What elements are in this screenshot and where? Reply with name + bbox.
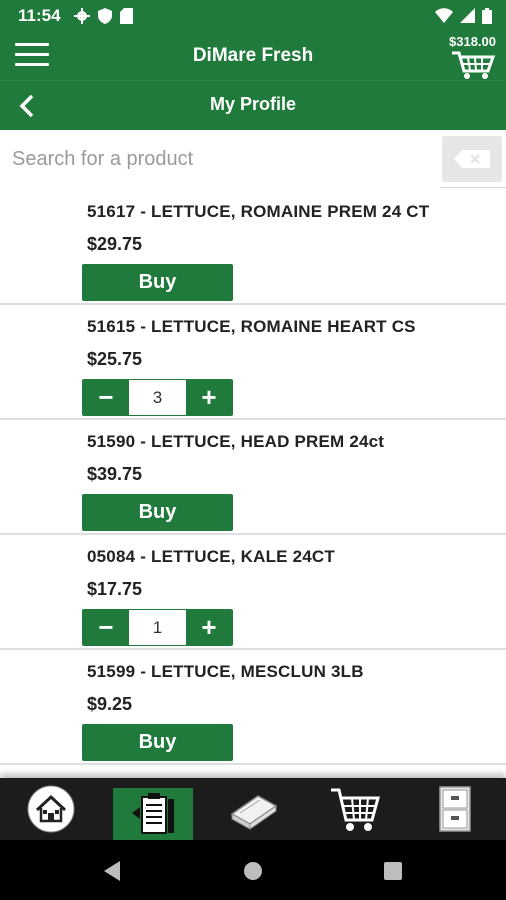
clear-search-button[interactable] — [442, 136, 502, 182]
decrease-quantity-button[interactable]: − — [83, 610, 129, 645]
wifi-icon — [435, 8, 453, 23]
product-name: 51615 - LETTUCE, ROMAINE HEART CS — [87, 317, 416, 336]
status-bar: 11:54 — [0, 0, 506, 32]
search-input[interactable] — [0, 130, 440, 188]
nav-file-cabinet[interactable] — [415, 778, 495, 840]
product-row: 05084 - LETTUCE, KALE 24CT $17.75 − 1 + — [0, 535, 506, 650]
cart-button[interactable] — [450, 50, 496, 80]
app-title: DiMare Fresh — [192, 45, 314, 66]
system-back-icon[interactable] — [100, 858, 126, 884]
bottom-nav — [0, 778, 506, 840]
nav-cart[interactable] — [315, 778, 395, 840]
signal-icon — [460, 8, 475, 23]
sd-card-icon — [120, 8, 133, 24]
search-bar — [0, 130, 506, 188]
order-guide-icon — [132, 793, 174, 834]
product-row: 51599 - LETTUCE, MESCLUN 3LB $9.25 Buy — [0, 650, 506, 765]
system-home-icon[interactable] — [240, 858, 266, 884]
catalog-book-icon — [230, 795, 278, 830]
product-price: $25.75 — [87, 349, 143, 369]
shopping-cart-icon — [331, 788, 380, 831]
product-price: $39.75 — [87, 464, 143, 484]
quantity-stepper: − 1 + — [82, 609, 233, 646]
quantity-value[interactable]: 1 — [129, 610, 186, 645]
nav-catalog[interactable] — [214, 778, 294, 840]
increase-quantity-button[interactable]: + — [186, 610, 232, 645]
home-icon — [27, 785, 75, 833]
product-price: $17.75 — [87, 579, 143, 599]
product-price: $9.25 — [87, 694, 133, 714]
page-title: My Profile — [209, 94, 297, 114]
product-name: 51599 - LETTUCE, MESCLUN 3LB — [87, 662, 364, 681]
status-icons-right — [435, 8, 492, 24]
product-name: 51590 - LETTUCE, HEAD PREM 24ct — [87, 432, 385, 451]
product-price: $29.75 — [87, 234, 143, 254]
nav-order-guide[interactable] — [113, 788, 193, 840]
quantity-stepper: − 3 + — [82, 379, 233, 416]
product-row: 51590 - LETTUCE, HEAD PREM 24ct $39.75 B… — [0, 420, 506, 535]
increase-quantity-button[interactable]: + — [186, 380, 232, 415]
product-list: 51617 - LETTUCE, ROMAINE PREM 24 CT $29.… — [0, 190, 506, 778]
product-row: 51617 - LETTUCE, ROMAINE PREM 24 CT $29.… — [0, 190, 506, 305]
battery-icon — [482, 8, 492, 24]
cart-total: $318.00 — [449, 34, 496, 49]
buy-button[interactable]: Buy — [82, 264, 233, 301]
backspace-clear-icon — [454, 150, 490, 168]
quantity-value[interactable]: 3 — [129, 380, 186, 415]
shopping-cart-icon — [452, 51, 496, 79]
shield-icon — [98, 8, 112, 24]
system-nav-bar — [0, 840, 506, 900]
decrease-quantity-button[interactable]: − — [83, 380, 129, 415]
product-name: 05084 - LETTUCE, KALE 24CT — [87, 547, 335, 566]
buy-button[interactable]: Buy — [82, 724, 233, 761]
settings-gear-icon — [74, 8, 90, 24]
buy-button[interactable]: Buy — [82, 494, 233, 531]
product-name: 51617 - LETTUCE, ROMAINE PREM 24 CT — [87, 202, 430, 221]
system-recents-icon[interactable] — [380, 858, 406, 884]
product-row: 51615 - LETTUCE, ROMAINE HEART CS $25.75… — [0, 305, 506, 420]
status-icons-left — [74, 8, 133, 24]
page-header: My Profile — [0, 80, 506, 130]
nav-home[interactable] — [11, 778, 91, 840]
file-cabinet-icon — [439, 786, 471, 832]
app-bar: DiMare Fresh $318.00 — [0, 32, 506, 80]
status-time: 11:54 — [18, 6, 61, 25]
